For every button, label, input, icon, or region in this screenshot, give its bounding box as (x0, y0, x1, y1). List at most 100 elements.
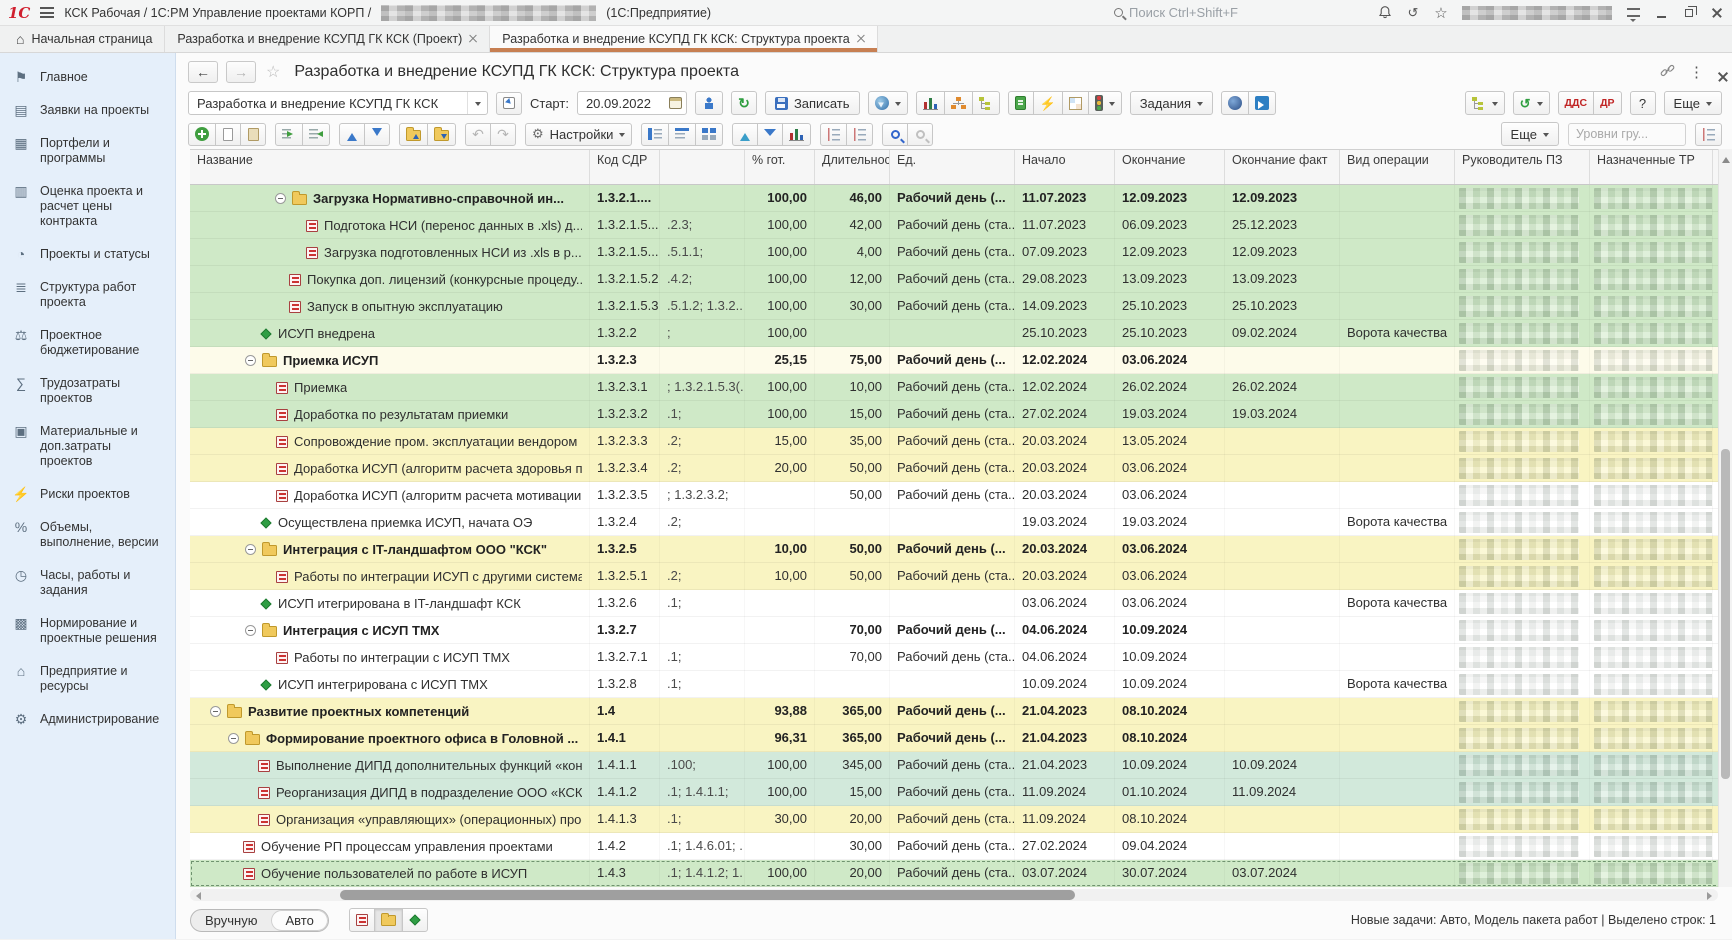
table-row[interactable]: Загрузка подготовленных НСИ из .xls в р.… (190, 239, 1732, 266)
close-window-button[interactable] (1710, 6, 1724, 20)
paste-row-button[interactable] (240, 123, 266, 146)
calendar-icon[interactable] (669, 97, 682, 109)
collapse-expander-icon[interactable] (275, 193, 286, 204)
column-header-opkind[interactable]: Вид операции (1340, 150, 1455, 184)
project-select-caret[interactable] (467, 92, 487, 114)
sidebar-item-wbs[interactable]: ≣Структура работ проекта (0, 271, 175, 319)
sidebar-item-materials[interactable]: ▣Материальные и доп.затраты проектов (0, 415, 175, 478)
structure-dropdown-button[interactable] (1465, 91, 1505, 115)
scroll-up-icon[interactable] (1722, 153, 1730, 163)
tab-close-icon[interactable] (857, 35, 865, 43)
group-levels-input[interactable]: Уровни гру... (1568, 123, 1686, 146)
sidebar-item-main[interactable]: ⚑Главное (0, 61, 175, 94)
filter-button[interactable] (732, 123, 758, 146)
project-passport-button[interactable] (1008, 91, 1034, 115)
project-team-button[interactable] (695, 91, 723, 115)
notifications-bell-icon[interactable] (1378, 6, 1392, 20)
gantt-chart-button[interactable] (916, 91, 945, 115)
org-structure-button[interactable] (944, 91, 973, 115)
table-row[interactable]: Реорганизация ДИПД в подразделение ООО «… (190, 779, 1732, 806)
column-header-code[interactable]: Код СДР (590, 150, 660, 184)
sidebar-item-administration[interactable]: ⚙Администрирование (0, 703, 175, 736)
filter-chart-button[interactable] (782, 123, 811, 146)
tab-home[interactable]: ⌂Начальная страница (4, 26, 165, 52)
tasks-dropdown-button[interactable]: Задания (1130, 91, 1213, 115)
column-header-pct[interactable]: % гот. (745, 150, 815, 184)
panel-settings-icon[interactable] (1626, 6, 1640, 20)
scroll-right-icon[interactable] (1707, 892, 1716, 900)
sidebar-item-enterprise[interactable]: ⌂Предприятие и ресурсы (0, 655, 175, 703)
view-tree-button[interactable] (641, 123, 669, 146)
table-row[interactable]: Работы по интеграции ИСУП с другими сист… (190, 563, 1732, 590)
auto-mode-button[interactable]: Авто (271, 910, 327, 931)
main-menu-icon[interactable] (40, 7, 54, 18)
column-header-end[interactable]: Окончание (1115, 150, 1225, 184)
vertical-scrollbar[interactable] (1718, 149, 1732, 887)
nav-forward-button[interactable]: → (226, 61, 256, 83)
table-row[interactable]: ИСУП итегрирована в IT-ландшафт КСК1.3.2… (190, 590, 1732, 617)
get-link-icon[interactable] (1660, 63, 1675, 81)
demote-level-button[interactable] (275, 123, 303, 146)
publish-button[interactable] (1221, 91, 1249, 115)
table-row[interactable]: Доработка ИСУП (алгоритм расчета мотивац… (190, 482, 1732, 509)
table-row[interactable]: Приемка ИСУП1.3.2.325,1575,00Рабочий ден… (190, 347, 1732, 374)
collapse-expander-icon[interactable] (245, 355, 256, 366)
column-header-unit[interactable]: Ед. (890, 150, 1015, 184)
column-header-endfact[interactable]: Окончание факт (1225, 150, 1340, 184)
matrix-button[interactable] (1062, 91, 1089, 115)
global-search-input[interactable]: Поиск Ctrl+Shift+F (1114, 3, 1364, 22)
wbs-tree-button[interactable] (972, 91, 1000, 115)
manual-mode-button[interactable]: Вручную (191, 910, 271, 931)
table-row[interactable]: Обучение пользователей по работе в ИСУП1… (190, 860, 1732, 887)
table-row[interactable]: Доработка ИСУП (алгоритм расчета здоровь… (190, 455, 1732, 482)
horizontal-scrollbar[interactable] (190, 889, 1718, 901)
table-row[interactable]: Формирование проектного офиса в Головной… (190, 725, 1732, 752)
dds-report-button[interactable]: ДДС (1558, 91, 1595, 115)
sidebar-item-normative[interactable]: ▩Нормирование и проектные решения (0, 607, 175, 655)
project-select[interactable]: Разработка и внедрение КСУПД ГК КСК (188, 91, 488, 115)
table-row[interactable]: Подготока НСИ (перенос данных в .xls) д.… (190, 212, 1732, 239)
filter-funnel-button[interactable] (757, 123, 783, 146)
view-columns-button[interactable] (695, 123, 723, 146)
column-header-start[interactable]: Начало (1015, 150, 1115, 184)
show-milestones-toggle[interactable] (402, 908, 428, 932)
table-row[interactable]: Развитие проектных компетенций1.493,8836… (190, 698, 1732, 725)
column-header-assigned[interactable]: Назначенные ТР (1590, 150, 1713, 184)
cancel-find-button[interactable] (907, 123, 933, 146)
table-row[interactable]: ИСУП внедрена1.3.2.2;100,0025.10.202325.… (190, 320, 1732, 347)
table-row[interactable]: Работы по интеграции с ИСУП ТМХ1.3.2.7.1… (190, 644, 1732, 671)
add-row-button[interactable] (188, 123, 216, 146)
start-date-input[interactable]: 20.09.2022 (577, 91, 687, 115)
collapse-expander-icon[interactable] (245, 544, 256, 555)
risks-button[interactable]: ⚡ (1033, 91, 1063, 115)
sidebar-item-budgeting[interactable]: ⚖Проектное бюджетирование (0, 319, 175, 367)
collapse-expander-icon[interactable] (210, 706, 221, 717)
open-project-button[interactable] (496, 92, 522, 115)
scroll-left-icon[interactable] (192, 892, 201, 900)
nav-back-button[interactable]: ← (188, 61, 218, 83)
promote-level-button[interactable] (302, 123, 330, 146)
table-row[interactable]: Обучение РП процессам управления проекта… (190, 833, 1732, 860)
tab-document[interactable]: Разработка и внедрение КСУПД ГК КСК: Стр… (490, 26, 877, 52)
find-button[interactable] (882, 123, 908, 146)
tab-document[interactable]: Разработка и внедрение КСУПД ГК КСК (Про… (165, 26, 490, 52)
refresh-button[interactable]: ↻ (731, 91, 757, 115)
settings-dropdown-button[interactable]: ⚙Настройки (525, 123, 632, 146)
table-row[interactable]: Приемка1.3.2.3.1; 1.3.2.1.5.3(...100,001… (190, 374, 1732, 401)
redo-button[interactable]: ↷ (490, 123, 516, 146)
status-indicator-dropdown[interactable] (1088, 91, 1122, 115)
table-row[interactable]: Загрузка Нормативно-справочной ин...1.3.… (190, 185, 1732, 212)
move-to-group-up-button[interactable] (399, 123, 428, 146)
collapse-expander-icon[interactable] (228, 733, 239, 744)
move-to-group-down-button[interactable] (427, 123, 456, 146)
import-button[interactable] (1248, 91, 1276, 115)
sidebar-item-hours[interactable]: ◷Часы, работы и задания (0, 559, 175, 607)
column-header-dur[interactable]: Длительность (815, 150, 890, 184)
table-row[interactable]: Интеграция с ИСУП ТМХ1.3.2.770,00Рабочий… (190, 617, 1732, 644)
more-button[interactable]: Еще (1664, 91, 1722, 115)
favorites-star-icon[interactable]: ☆ (1434, 6, 1448, 20)
save-button[interactable]: Записать (765, 91, 860, 115)
sidebar-item-labor[interactable]: ∑Трудозатраты проектов (0, 367, 175, 415)
vertical-scroll-thumb[interactable] (1721, 449, 1730, 779)
view-list-button[interactable] (668, 123, 696, 146)
